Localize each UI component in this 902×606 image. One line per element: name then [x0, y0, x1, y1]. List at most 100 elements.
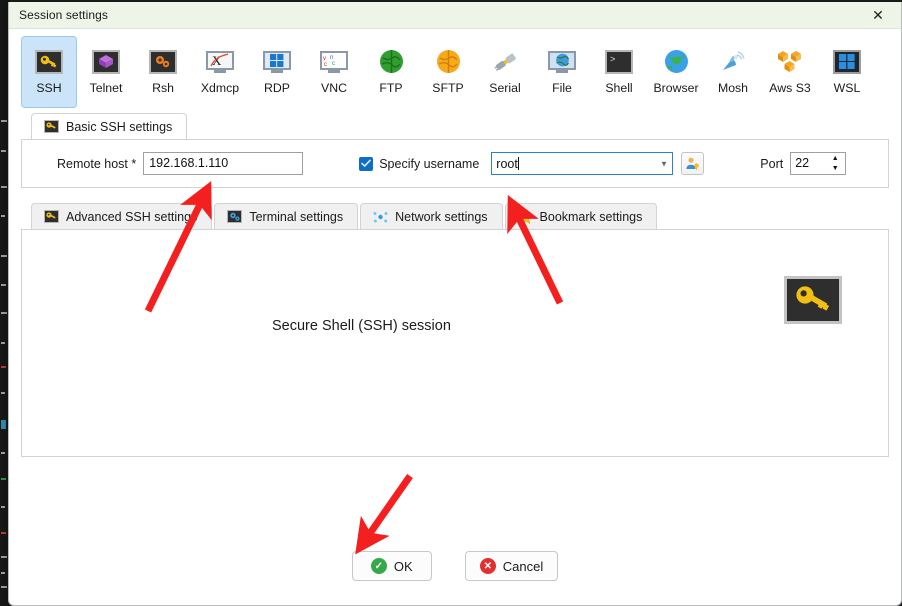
tab-network-settings[interactable]: Network settings	[360, 203, 503, 229]
windows-monitor-icon	[262, 46, 293, 77]
tab-label: Basic SSH settings	[66, 119, 173, 134]
cross-circle-icon: ✕	[479, 558, 496, 574]
protocol-label: Telnet	[89, 81, 123, 95]
session-preview-panel: Secure Shell (SSH) session	[21, 229, 889, 457]
protocol-file[interactable]: File	[534, 36, 590, 108]
star-icon	[517, 209, 533, 224]
protocol-xdmcp[interactable]: X Xdmcp	[192, 36, 248, 108]
specify-username-label[interactable]: Specify username	[379, 157, 479, 171]
port-stepper[interactable]: 22 ▲ ▼	[790, 152, 847, 175]
basic-settings-tabstrip: Basic SSH settings	[21, 113, 889, 139]
protocol-aws-s3[interactable]: Aws S3	[762, 36, 818, 108]
specify-username-checkbox[interactable]	[359, 156, 374, 171]
protocol-label: Serial	[489, 81, 521, 95]
key-icon	[34, 46, 65, 77]
tab-label: Network settings	[395, 209, 488, 224]
protocol-toolbar: SSH Telnet Rsh X Xdmcp RDP v n c c VNC F…	[9, 29, 901, 113]
protocol-label: Browser	[653, 81, 699, 95]
svg-text:X: X	[212, 53, 222, 68]
text-caret	[517, 157, 519, 170]
tab-label: Bookmark settings	[539, 209, 643, 224]
protocol-wsl[interactable]: WSL	[819, 36, 875, 108]
tab-label: Terminal settings	[249, 209, 344, 224]
protocol-label: Aws S3	[769, 81, 811, 95]
spinner-up-icon[interactable]: ▲	[825, 153, 845, 164]
protocol-vnc[interactable]: vncc VNC	[306, 36, 362, 108]
tab-terminal-settings[interactable]: Terminal settings	[214, 203, 359, 229]
terminal-icon: >	[604, 46, 635, 77]
spinner-down-icon[interactable]: ▼	[825, 164, 845, 175]
user-picker-button[interactable]	[681, 152, 705, 175]
plug-icon	[490, 46, 521, 77]
gears-icon	[148, 46, 179, 77]
vnc-monitor-icon: vncc	[319, 46, 350, 77]
x-monitor-icon: X	[205, 46, 236, 77]
protocol-label: Xdmcp	[200, 81, 240, 95]
screen: Session settings ✕ SSH Telnet Rsh X Xdmc…	[0, 0, 902, 606]
port-label: Port	[760, 156, 784, 171]
port-spinner-buttons[interactable]: ▲ ▼	[825, 153, 845, 174]
cancel-button-label: Cancel	[502, 558, 544, 574]
svg-text:c: c	[324, 62, 327, 67]
gears-icon	[227, 210, 243, 224]
key-icon	[44, 120, 59, 134]
protocol-serial[interactable]: Serial	[477, 36, 533, 108]
protocol-label: RDP	[264, 81, 290, 95]
windows-icon	[832, 46, 863, 77]
window-title: Session settings	[19, 8, 108, 22]
settings-tabstrip: Advanced SSH settings Terminal settings …	[21, 203, 889, 229]
protocol-rdp[interactable]: RDP	[249, 36, 305, 108]
protocol-sftp[interactable]: SFTP	[420, 36, 476, 108]
port-value[interactable]: 22	[791, 153, 825, 174]
key-icon	[44, 210, 59, 224]
orange-globe-icon	[433, 46, 464, 77]
protocol-shell[interactable]: > Shell	[591, 36, 647, 108]
chevron-down-icon[interactable]: ▾	[662, 158, 667, 169]
protocol-ssh[interactable]: SSH	[21, 36, 77, 108]
session-caption: Secure Shell (SSH) session	[272, 318, 451, 334]
tab-label: Advanced SSH settings	[66, 209, 198, 224]
ok-button-label: OK	[393, 558, 413, 574]
protocol-ftp[interactable]: FTP	[363, 36, 419, 108]
check-circle-icon: ✓	[370, 558, 387, 574]
basic-settings-row: Remote host * 192.168.1.110 Specify user…	[22, 140, 888, 187]
protocol-label: FTP	[379, 81, 403, 95]
settings-tabs-group: Advanced SSH settings Terminal settings …	[9, 203, 901, 457]
username-value: root	[496, 156, 518, 171]
tab-advanced-ssh-settings[interactable]: Advanced SSH settings	[31, 203, 213, 229]
protocol-label: Mosh	[717, 81, 749, 95]
username-combobox[interactable]: root ▾	[491, 152, 674, 175]
tab-basic-ssh-settings[interactable]: Basic SSH settings	[31, 113, 188, 139]
protocol-rsh[interactable]: Rsh	[135, 36, 191, 108]
titlebar: Session settings ✕	[9, 2, 901, 29]
remote-host-input[interactable]: 192.168.1.110	[143, 152, 304, 175]
svg-text:c: c	[332, 61, 335, 67]
close-icon[interactable]: ✕	[855, 2, 901, 29]
basic-settings-panel: Remote host * 192.168.1.110 Specify user…	[21, 139, 889, 188]
ok-button[interactable]: ✓ OK	[351, 551, 432, 581]
protocol-label: File	[552, 81, 572, 95]
protocol-label: SSH	[36, 81, 62, 95]
blue-globe-icon	[661, 46, 692, 77]
remote-host-label: Remote host *	[57, 156, 137, 171]
protocol-mosh[interactable]: Mosh	[705, 36, 761, 108]
svg-text:>: >	[610, 55, 615, 64]
satellite-icon	[718, 46, 749, 77]
protocol-telnet[interactable]: Telnet	[78, 36, 134, 108]
green-globe-icon	[376, 46, 407, 77]
protocol-label: WSL	[833, 81, 861, 95]
file-monitor-icon	[547, 46, 578, 77]
key-icon	[784, 276, 842, 324]
session-settings-dialog: Session settings ✕ SSH Telnet Rsh X Xdmc…	[8, 2, 902, 606]
tab-bookmark-settings[interactable]: Bookmark settings	[504, 203, 658, 229]
basic-settings-group: Basic SSH settings Remote host * 192.168…	[9, 113, 901, 188]
cancel-button[interactable]: ✕ Cancel	[464, 551, 559, 581]
network-icon	[373, 210, 388, 224]
protocol-label: VNC	[321, 81, 347, 95]
protocol-label: Shell	[605, 81, 633, 95]
dialog-footer: ✓ OK ✕ Cancel	[9, 551, 901, 581]
protocol-label: SFTP	[432, 81, 464, 95]
protocol-label: Rsh	[152, 81, 174, 95]
aws-cubes-icon	[775, 46, 806, 77]
protocol-browser[interactable]: Browser	[648, 36, 704, 108]
